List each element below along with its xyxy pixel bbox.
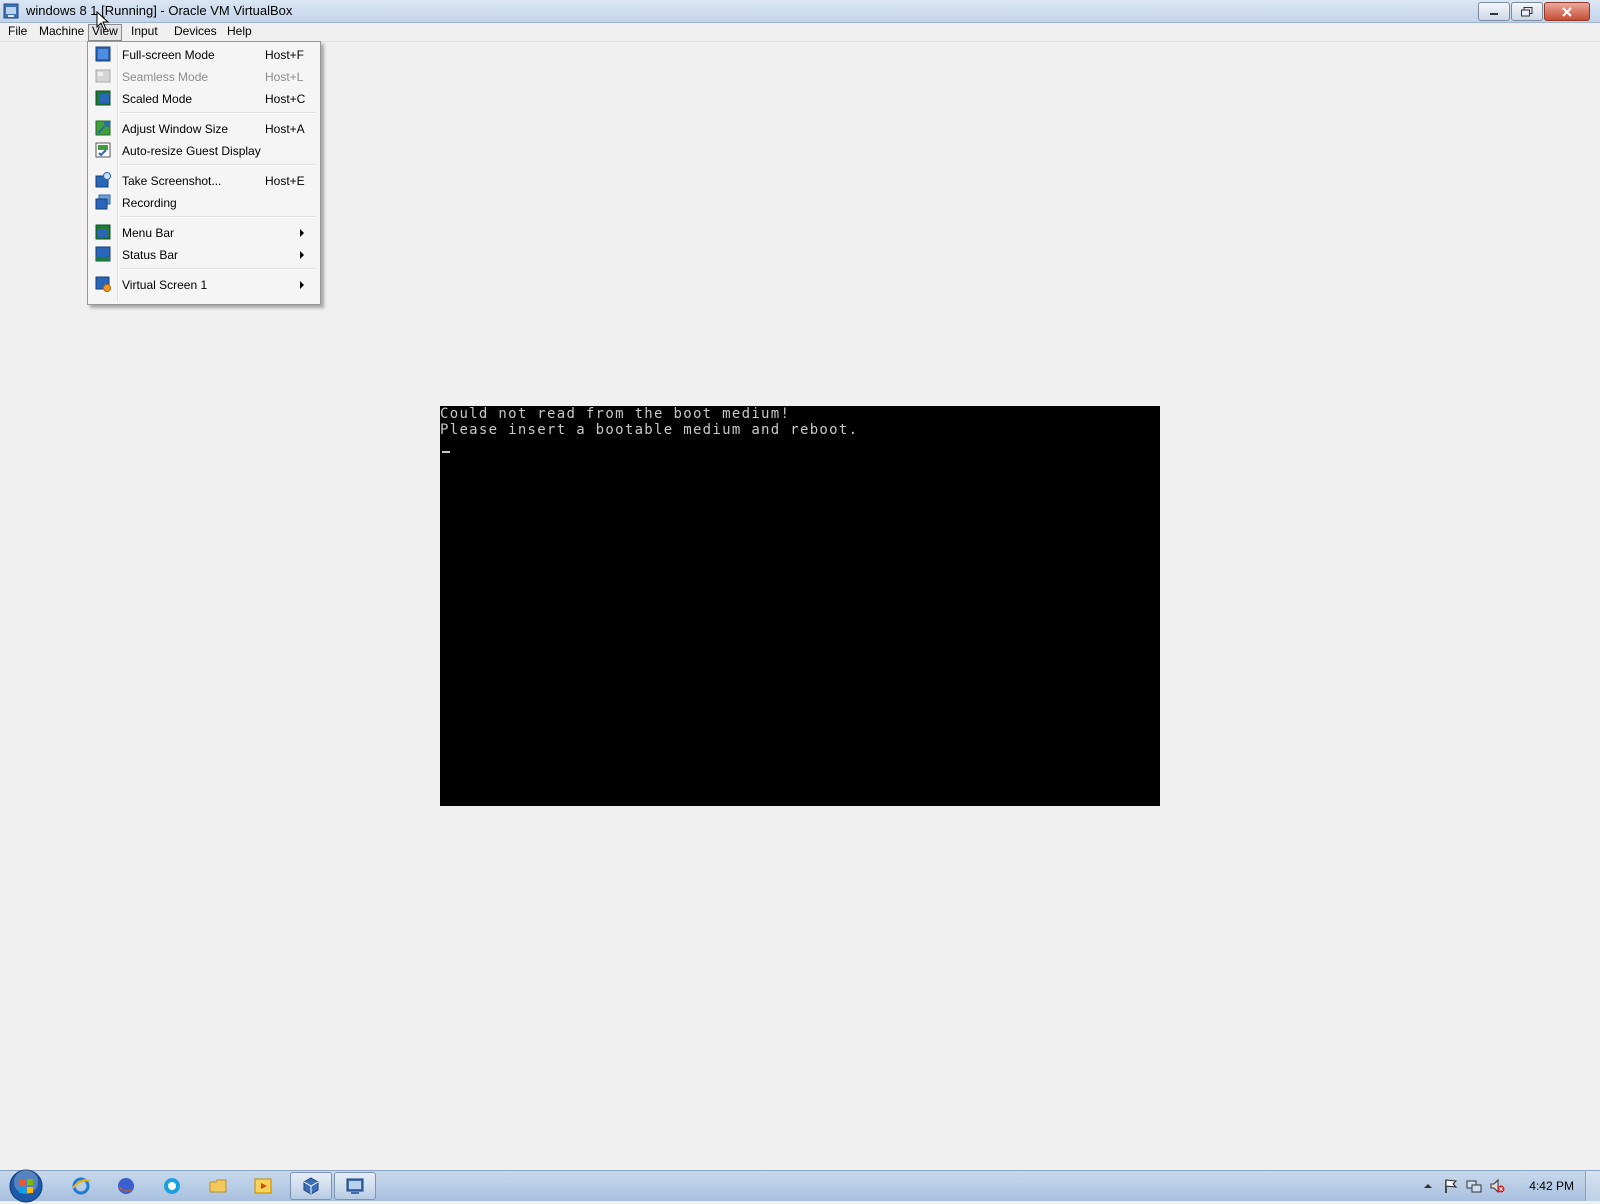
- skype-icon: [164, 1178, 180, 1194]
- view-menu-dropdown: Full-screen Mode Host+F Seamless Mode Ho…: [87, 41, 321, 305]
- menu-item-take-screenshot[interactable]: Take Screenshot... Host+E: [90, 170, 318, 191]
- virtual-screen-icon: [95, 276, 111, 292]
- taskbar-clock[interactable]: 4:42 PM: [1529, 1179, 1574, 1193]
- screenshot-icon: [95, 172, 111, 188]
- volume-muted-icon[interactable]: [1489, 1178, 1505, 1194]
- show-hidden-icons-icon[interactable]: [1420, 1178, 1436, 1194]
- submenu-arrow-icon: [300, 281, 304, 289]
- menu-item-seamless-mode[interactable]: Seamless Mode Host+L: [90, 66, 318, 87]
- virtualbox-vm-icon: [346, 1178, 364, 1194]
- start-orb-icon[interactable]: [8, 1168, 44, 1204]
- network-icon[interactable]: [1466, 1178, 1482, 1194]
- media-player-icon: [254, 1178, 272, 1194]
- adjust-window-icon: [95, 120, 111, 136]
- restore-icon: [1521, 6, 1533, 16]
- taskbar-internet-explorer[interactable]: [61, 1173, 101, 1199]
- vm-guest-display[interactable]: Could not read from the boot medium! Ple…: [440, 406, 1160, 806]
- menu-separator: [120, 164, 316, 166]
- menu-file[interactable]: File: [5, 24, 30, 39]
- taskbar-file-explorer[interactable]: [198, 1173, 238, 1199]
- menu-item-virtual-screen-1[interactable]: Virtual Screen 1: [90, 274, 318, 295]
- close-icon: [1562, 6, 1572, 17]
- fullscreen-icon: [95, 46, 111, 62]
- menu-devices[interactable]: Devices: [171, 24, 220, 39]
- boot-error-line-1: Could not read from the boot medium!: [440, 406, 791, 422]
- menu-item-status-bar[interactable]: Status Bar: [90, 244, 318, 265]
- menu-item-full-screen-mode[interactable]: Full-screen Mode Host+F: [90, 44, 318, 65]
- action-center-flag-icon[interactable]: [1443, 1178, 1459, 1194]
- firefox-icon: [118, 1178, 134, 1194]
- window-title: windows 8 1 [Running] - Oracle VM Virtua…: [26, 3, 293, 18]
- internet-explorer-icon: [72, 1177, 91, 1195]
- show-desktop-button[interactable]: [1585, 1171, 1600, 1201]
- restore-button[interactable]: [1511, 2, 1543, 21]
- virtualbox-manager-icon: [303, 1177, 319, 1195]
- submenu-arrow-icon: [300, 251, 304, 259]
- menu-help[interactable]: Help: [224, 24, 255, 39]
- file-explorer-icon: [209, 1179, 227, 1193]
- menu-item-scaled-mode[interactable]: Scaled Mode Host+C: [90, 88, 318, 109]
- menu-item-adjust-window-size[interactable]: Adjust Window Size Host+A: [90, 118, 318, 139]
- menu-bar: File Machine View Input Devices Help: [0, 23, 1600, 42]
- minimize-button[interactable]: [1478, 2, 1510, 21]
- menu-input[interactable]: Input: [128, 24, 161, 39]
- taskbar-skype[interactable]: [152, 1173, 192, 1199]
- menu-item-recording[interactable]: Recording: [90, 192, 318, 213]
- menu-separator: [120, 112, 316, 114]
- virtualbox-app-icon[interactable]: [3, 3, 19, 19]
- taskbar-virtualbox-vm[interactable]: [334, 1172, 376, 1200]
- menu-item-menu-bar[interactable]: Menu Bar: [90, 222, 318, 243]
- title-bar: windows 8 1 [Running] - Oracle VM Virtua…: [0, 0, 1600, 23]
- menu-machine[interactable]: Machine: [36, 24, 87, 39]
- submenu-arrow-icon: [300, 229, 304, 237]
- taskbar-virtualbox-manager[interactable]: [290, 1172, 332, 1200]
- recording-icon: [95, 194, 111, 210]
- boot-error-line-2: Please insert a bootable medium and rebo…: [440, 422, 859, 438]
- taskbar-firefox[interactable]: [106, 1173, 146, 1199]
- system-tray: 4:42 PM: [1380, 1171, 1600, 1201]
- seamless-icon: [95, 69, 111, 83]
- menu-item-auto-resize-guest-display[interactable]: Auto-resize Guest Display: [90, 140, 318, 161]
- statusbar-icon: [95, 246, 111, 262]
- taskbar: 4:42 PM: [0, 1168, 1600, 1204]
- close-button[interactable]: [1544, 2, 1590, 21]
- text-cursor: [442, 451, 450, 453]
- taskbar-media-player[interactable]: [243, 1173, 283, 1199]
- minimize-icon: [1490, 12, 1498, 15]
- scaled-icon: [95, 90, 111, 106]
- menu-separator: [120, 216, 316, 218]
- mouse-pointer-icon: [96, 11, 110, 31]
- auto-resize-icon: [95, 142, 111, 158]
- menu-separator: [120, 268, 316, 270]
- menubar-icon: [95, 224, 111, 240]
